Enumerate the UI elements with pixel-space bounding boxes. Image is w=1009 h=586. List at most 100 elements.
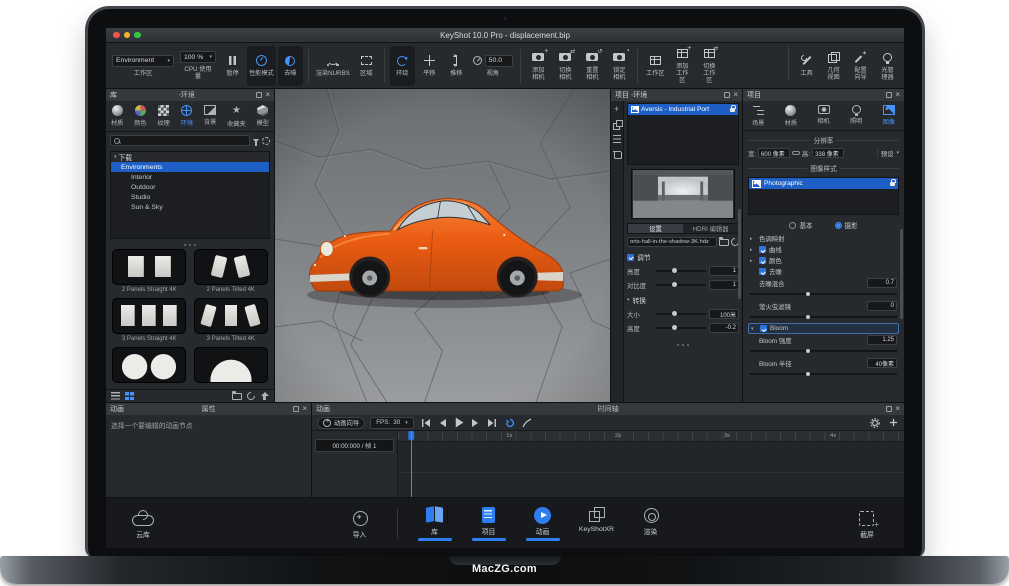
hdri-file-input[interactable]: orts-hall-in-the-shadow-3K.hdz [627,237,717,247]
close-panel-icon[interactable]: × [265,92,270,98]
setting-value[interactable]: 100米 [709,309,739,319]
environment-thumbnail[interactable] [112,249,186,285]
close-window-button[interactable] [113,32,120,39]
setting-value[interactable]: 1 [709,280,739,290]
image-setting-row[interactable]: ▸ 色调映射 [748,233,899,244]
delete-environment-icon[interactable] [613,149,622,158]
library-search-input[interactable] [122,137,246,144]
fps-dropdown[interactable]: FPS: 30 ▾ [370,417,414,429]
library-tab[interactable]: 模型 [256,104,270,129]
close-panel-icon[interactable]: × [733,92,738,98]
library-tab[interactable]: 背景 [203,104,217,129]
radio-photo[interactable] [835,222,842,229]
float-panel-icon[interactable] [886,406,892,412]
mode-basic-option[interactable]: 基本 [789,220,812,230]
thumbnail-item[interactable]: 2 Panels Straight 4K [111,249,188,294]
filter-icon[interactable] [253,139,259,143]
radio-basic[interactable] [789,222,796,229]
list-view-icon[interactable] [111,392,120,400]
thumbnail-item[interactable]: 3 Panels Straight 4K [111,298,188,343]
transform-section-header[interactable]: ▾ 转换 [627,295,739,305]
environment-thumbnail[interactable] [112,298,186,334]
ribbon-item[interactable]: KeyShotXR [572,505,622,533]
project-tab[interactable]: 照明 [849,104,863,128]
tree-item[interactable]: Environments [111,162,269,172]
splitter-handle[interactable] [627,341,739,349]
image-setting-row[interactable]: 去噪 [748,266,899,277]
grid-view-icon[interactable] [125,392,134,400]
thumbnail-item[interactable]: 2 Panels Tilted 4K [193,249,270,294]
tree-item[interactable]: Sun & Sky [111,202,269,212]
folder-icon[interactable] [232,393,242,400]
project-tab[interactable]: 图像 [882,104,896,128]
environment-thumbnail[interactable] [194,249,268,285]
project-tab[interactable]: 相机 [816,104,830,128]
library-settings-icon[interactable] [262,137,270,145]
reset-camera-button[interactable]: 重置相机 [580,46,605,86]
mode-photo-option[interactable]: 摄影 [835,220,858,230]
setting-checkbox[interactable] [759,246,766,253]
cloud-library-button[interactable]: 云库 [118,508,168,539]
geometry-view-button[interactable]: 几何视图 [821,46,846,86]
browse-folder-icon[interactable] [719,239,729,246]
skip-end-button[interactable] [487,417,499,428]
library-tab[interactable]: 环境 [180,104,194,129]
ribbon-item[interactable]: 渲染 [626,505,676,536]
switch-camera-button[interactable]: 切换相机 [553,46,578,86]
setting-slider[interactable] [750,316,897,318]
environment-thumbnail[interactable] [194,347,268,383]
animation-wizard-button[interactable]: 动画向导 [317,417,365,429]
tree-root[interactable]: ▾ 下载 [111,152,269,162]
setting-slider[interactable] [750,373,897,375]
loop-button[interactable] [504,417,516,428]
environment-list-item[interactable]: Aversis - Industrial Port [628,104,738,115]
switch-workspace-button[interactable]: 切换工作区 [697,46,722,86]
close-panel-icon[interactable]: × [302,406,307,412]
ribbon-item[interactable]: 库 [410,505,460,541]
thumbnail-item[interactable]: 3 Panels Tilted 4K [193,298,270,343]
adjust-checkbox[interactable] [627,254,634,261]
dolly-tool-button[interactable]: 推移 [444,46,469,86]
setting-checkbox[interactable] [759,268,766,275]
project-tab[interactable]: 场景 [751,104,765,128]
timeline-track-area[interactable]: 1s2s3s4s [398,431,904,497]
environment-thumbnail[interactable] [112,347,186,383]
tree-item[interactable]: Interior [111,172,269,182]
float-panel-icon[interactable] [256,92,262,98]
close-panel-icon[interactable]: × [895,406,900,412]
hdri-preview[interactable] [631,169,735,219]
lock-camera-button[interactable]: 锁定相机 [607,46,632,86]
zoom-window-button[interactable] [134,32,141,39]
tools-button[interactable]: 工具 [794,46,819,86]
setting-value[interactable]: 40像素 [867,358,897,368]
light-manager-button[interactable]: 光管理器 [875,46,900,86]
image-style-item[interactable]: Photographic [749,178,898,189]
tree-item[interactable]: Studio [111,192,269,202]
setting-value[interactable]: 0.7 [867,278,897,288]
gear-icon[interactable] [869,417,881,428]
setting-slider[interactable] [656,327,706,329]
library-tab[interactable]: 颜色 [133,104,147,129]
library-tab[interactable]: 收藏夹 [226,104,247,129]
environment-thumbnail[interactable] [194,298,268,334]
setting-slider[interactable] [656,313,706,315]
setting-value[interactable]: 0 [867,301,897,311]
link-aspect-icon[interactable] [792,151,800,155]
image-setting-row[interactable]: Bloom 半径 40像素 [748,357,899,380]
ribbon-item[interactable]: 动画 [518,505,568,541]
setting-value[interactable]: -0.2 [709,323,739,333]
library-tab[interactable]: 材质 [110,104,124,129]
configuration-wizard-button[interactable]: 配置向导 [848,46,873,86]
add-environment-icon[interactable] [613,105,622,114]
upload-icon[interactable] [260,392,269,401]
render-nurbs-button[interactable]: 渲染NURBS [314,46,352,86]
float-panel-icon[interactable] [886,92,892,98]
setting-slider[interactable] [656,270,706,272]
close-panel-icon[interactable]: × [895,92,900,98]
step-back-button[interactable] [436,417,448,428]
performance-mode-button[interactable]: 性能模式 [247,46,276,86]
orbit-tool-button[interactable]: 环绕 [390,46,415,86]
ease-curve-icon[interactable] [521,417,533,428]
adjust-section-header[interactable]: 调节 [627,252,739,262]
thumbnail-item[interactable] [111,347,188,389]
